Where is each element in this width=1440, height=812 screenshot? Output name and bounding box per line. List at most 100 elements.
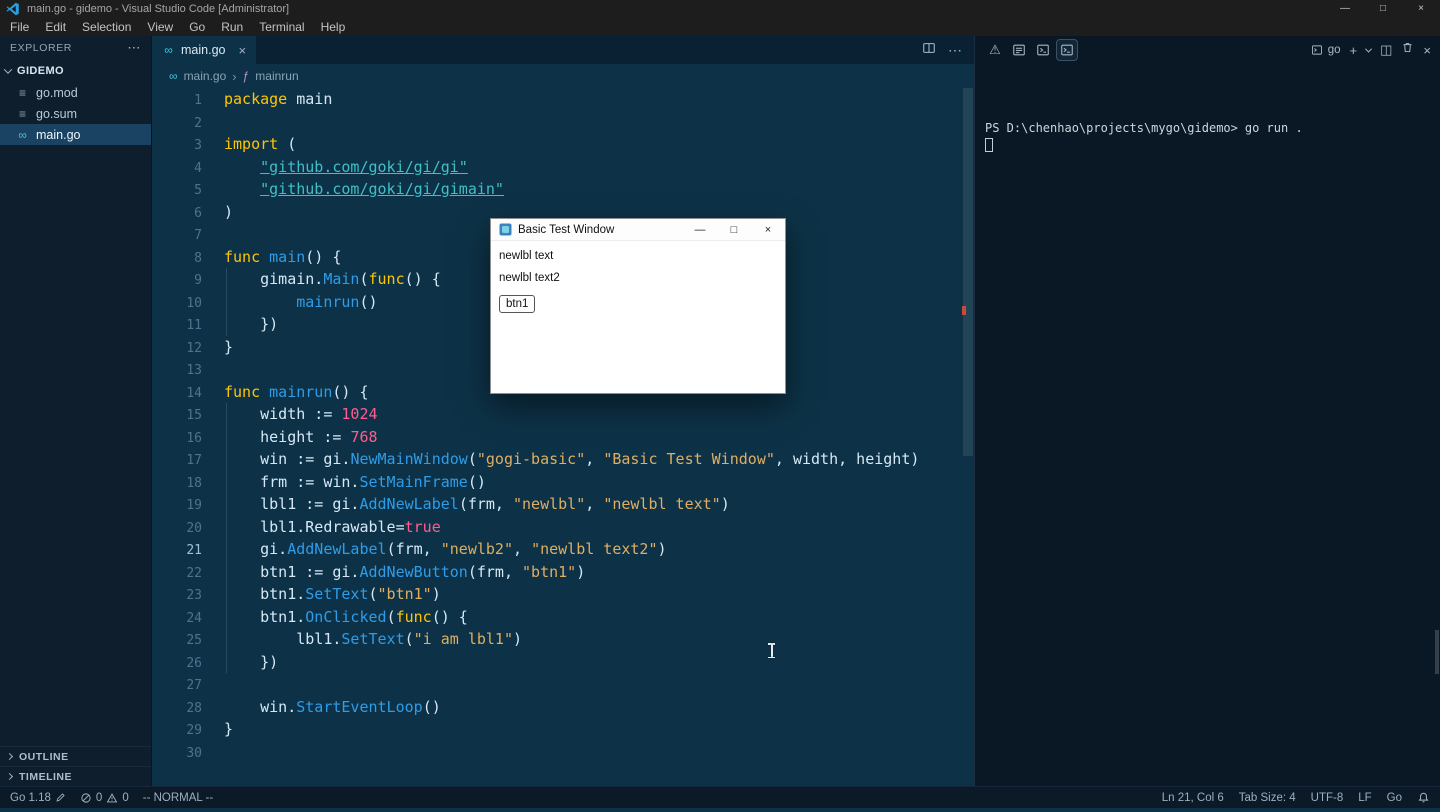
split-editor-icon[interactable] [922,41,936,60]
code-line[interactable]: 3 import ( [152,133,974,156]
menu-item-view[interactable]: View [139,20,181,34]
explorer-more-actions-icon[interactable]: ⋯ [127,40,141,56]
app-window-title-bar[interactable]: Basic Test Window — □ × [491,219,785,241]
eol-status[interactable]: LF [1358,792,1371,804]
editor-scrollbar[interactable] [963,88,973,456]
app-minimize-button[interactable]: — [683,219,717,240]
language-status[interactable]: Go [1387,792,1402,804]
code-line[interactable]: 29} [152,718,974,741]
code-token: NewMainWindow [350,450,468,468]
config-file-icon: ≡ [18,106,26,121]
code-token: "Basic Test Window" [603,450,775,468]
file-name: main.go [36,127,81,142]
terminal-tab-icon[interactable] [1056,39,1078,61]
code-token: lbl1. [224,630,342,648]
code-line[interactable]: 2 [152,111,974,134]
code-line[interactable]: 16 height := 768 [152,426,974,449]
code-line[interactable]: 23 btn1.SetText("btn1") [152,583,974,606]
output-tab-icon[interactable] [1008,39,1030,61]
terminal-scrollbar[interactable] [1435,630,1439,674]
split-terminal-icon[interactable]: ◫ [1380,42,1392,58]
minimize-button[interactable]: — [1326,0,1364,18]
code-token: mainrun [269,382,333,401]
tab-bar: ∞ main.go × ⋯ [152,36,974,64]
go-file-icon: ∞ [164,43,173,57]
menu-item-run[interactable]: Run [213,20,251,34]
explorer-sidebar: EXPLORER ⋯ GIDEMO ≡ go.mod ≡ go.sum ∞ main.go… [0,36,152,786]
code-line[interactable]: 25 lbl1.SetText("i am lbl1") [152,628,974,651]
menu-item-edit[interactable]: Edit [37,20,74,34]
code-line[interactable]: 27 [152,673,974,696]
menu-item-help[interactable]: Help [313,20,354,34]
menu-item-go[interactable]: Go [181,20,213,34]
code-line[interactable]: 19 lbl1 := gi.AddNewLabel(frm, "newlbl",… [152,493,974,516]
terminal-prompt: PS D:\chenhao\projects\mygo\gidemo> [985,121,1238,135]
app-btn1-button[interactable]: btn1 [499,295,536,313]
menu-item-terminal[interactable]: Terminal [251,20,312,34]
line-number: 28 [186,700,202,716]
file-item-go-mod[interactable]: ≡ go.mod [0,82,151,103]
title-bar[interactable]: main.go - gidemo - Visual Studio Code [A… [0,0,1440,18]
breadcrumb-item[interactable]: mainrun [255,69,298,83]
section-timeline[interactable]: TIMELINE [0,766,151,786]
cursor-position-status[interactable]: Ln 21, Col 6 [1162,792,1224,804]
code-line[interactable]: 22 btn1 := gi.AddNewButton(frm, "btn1") [152,561,974,584]
code-token: "github.com/goki/gi/gimain" [260,180,504,198]
code-line[interactable]: 17 win := gi.NewMainWindow("gogi-basic",… [152,448,974,471]
code-line[interactable]: 5 "github.com/goki/gi/gimain" [152,178,974,201]
line-number: 9 [194,273,202,288]
code-line[interactable]: 28 win.StartEventLoop() [152,696,974,719]
code-token: frm := win. [224,472,360,491]
notifications-bell-icon[interactable] [1417,791,1430,804]
code-line[interactable]: 15 width := 1024 [152,403,974,426]
problems-tab-icon[interactable]: ⚠ [984,39,1006,61]
encoding-status[interactable]: UTF-8 [1311,792,1344,804]
menu-bar: File Edit Selection View Go Run Terminal Help [0,18,1440,36]
terminal-instance[interactable]: go [1311,44,1341,56]
restore-button[interactable]: □ [1364,0,1402,18]
code-line[interactable]: 26 }) [152,651,974,674]
terminal-content[interactable]: PS D:\chenhao\projects\mygo\gidemo> go ru… [975,64,1440,786]
editor-region: ∞ main.go × ⋯ ∞ main.go › ƒ mainrun 1 package… [152,36,974,786]
code-token: SetMainFrame [359,472,468,491]
app-maximize-button[interactable]: □ [717,219,751,240]
debug-console-tab-icon[interactable] [1032,39,1054,61]
menu-item-selection[interactable]: Selection [74,20,139,34]
file-item-main-go[interactable]: ∞ main.go [0,124,151,145]
problems-status[interactable]: 0 0 [80,792,129,804]
method-symbol-icon: ƒ [242,69,250,83]
breadcrumb-item[interactable]: main.go [184,69,227,83]
file-item-go-sum[interactable]: ≡ go.sum [0,103,151,124]
tab-main-go[interactable]: ∞ main.go × [152,36,257,64]
file-list: ≡ go.mod ≡ go.sum ∞ main.go [0,82,151,145]
section-outline[interactable]: OUTLINE [0,746,151,766]
code-token: () { [332,382,369,401]
code-line[interactable]: 1 package main [152,88,974,111]
folder-gidemo[interactable]: GIDEMO [0,60,151,82]
code-line[interactable]: 24 btn1.OnClicked(func() { [152,606,974,629]
code-line[interactable]: 4 "github.com/goki/gi/gi" [152,156,974,179]
code-line[interactable]: 20 lbl1.Redrawable=true [152,516,974,539]
go-version-status[interactable]: Go 1.18 [10,792,66,804]
vim-mode-status[interactable]: -- NORMAL -- [143,792,213,804]
editor-more-icon[interactable]: ⋯ [948,42,962,59]
app-close-button[interactable]: × [751,219,785,240]
tab-size-status[interactable]: Tab Size: 4 [1239,792,1296,804]
code-line[interactable]: 30 [152,741,974,764]
go-version-label: Go 1.18 [10,791,51,804]
app-window-title: Basic Test Window [518,223,615,236]
code-token: }) [224,315,279,333]
menu-item-file[interactable]: File [2,20,37,34]
line-number: 19 [186,498,202,513]
tab-label: main.go [181,43,226,57]
new-terminal-icon[interactable]: + [1350,43,1358,58]
kill-terminal-icon[interactable] [1401,41,1414,59]
close-button[interactable]: × [1402,0,1440,18]
close-panel-icon[interactable]: × [1423,43,1431,58]
code-line[interactable]: 18 frm := win.SetMainFrame() [152,471,974,494]
section-label: OUTLINE [19,750,69,763]
terminal-actions: go + ◫ × [1311,41,1431,59]
terminal-profile-chevron-icon[interactable] [1365,45,1373,53]
code-line[interactable]: 21 gi.AddNewLabel(frm, "newlb2", "newlbl… [152,538,974,561]
tab-close-icon[interactable]: × [238,43,246,58]
